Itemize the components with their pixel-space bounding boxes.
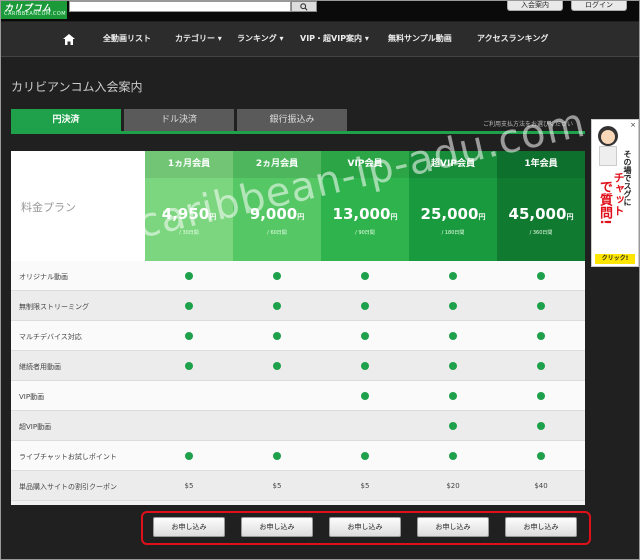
included-dot-icon xyxy=(273,272,281,280)
included-dot-icon xyxy=(537,332,545,340)
included-dot-icon xyxy=(449,392,457,400)
site-logo[interactable]: カリブコム CARIBBEANCOM.COM xyxy=(1,1,67,19)
plan-price-unit: 円 xyxy=(566,213,574,221)
feature-label: ライブチャットお試しポイント xyxy=(19,453,117,461)
included-dot-icon xyxy=(537,422,545,430)
apply-button-2month[interactable]: お申し込み xyxy=(241,517,313,537)
table-row: 超VIP動画 xyxy=(11,411,585,441)
join-info-button[interactable]: 入会案内 xyxy=(507,1,563,11)
plan-header-label: 料金プラン xyxy=(21,201,76,214)
included-dot-icon xyxy=(273,332,281,340)
included-dot-icon xyxy=(537,302,545,310)
included-dot-icon xyxy=(537,362,545,370)
nav-item-all-videos[interactable]: 全動画リスト xyxy=(103,33,151,44)
plan-price-unit: 円 xyxy=(478,213,486,221)
included-dot-icon xyxy=(185,332,193,340)
nav-item-vip[interactable]: VIP・超VIP案内 ▾ xyxy=(300,33,369,44)
nav-item-ranking[interactable]: ランキング ▾ xyxy=(237,33,284,44)
plan-price-value: 25,000 xyxy=(420,205,479,223)
nav-item-free-samples[interactable]: 無料サンプル動画 xyxy=(388,33,452,44)
table-row: 単品購入サイトの割引クーポン $5 $5 $5 $20 $40 xyxy=(11,471,585,501)
included-dot-icon xyxy=(449,422,457,430)
tab-bank-transfer[interactable]: 銀行振込み xyxy=(237,109,347,131)
included-dot-icon xyxy=(537,452,545,460)
chat-ad-banner[interactable]: × その場でスグに チャット で質問! クリック! xyxy=(591,119,639,267)
apply-button-super-vip[interactable]: お申し込み xyxy=(417,517,489,537)
feature-label: 超VIP動画 xyxy=(19,423,52,431)
plan-price-unit: 円 xyxy=(390,213,398,221)
table-row: マルチデバイス対応 xyxy=(11,321,585,351)
included-dot-icon xyxy=(273,362,281,370)
included-dot-icon xyxy=(449,452,457,460)
table-row: 継続者用動画 xyxy=(11,351,585,381)
coupon-value: $5 xyxy=(184,482,194,490)
included-dot-icon xyxy=(185,302,193,310)
included-dot-icon xyxy=(361,362,369,370)
feature-label: マルチデバイス対応 xyxy=(19,333,82,341)
feature-label: 無制限ストリーミング xyxy=(19,303,89,311)
feature-label: 継続者用動画 xyxy=(19,363,61,371)
table-row: オリジナル動画 xyxy=(11,261,585,291)
included-dot-icon xyxy=(361,302,369,310)
included-dot-icon xyxy=(361,272,369,280)
included-dot-icon xyxy=(185,272,193,280)
plan-price: 13,000円 xyxy=(321,205,409,223)
plan-price: 45,000円 xyxy=(497,205,585,223)
operator-face xyxy=(601,130,615,144)
search-input[interactable] xyxy=(69,1,291,12)
plan-price-value: 45,000 xyxy=(508,205,567,223)
included-dot-icon xyxy=(361,332,369,340)
included-dot-icon xyxy=(185,362,193,370)
plan-price-value: 13,000 xyxy=(332,205,391,223)
close-icon[interactable]: × xyxy=(630,121,636,129)
apply-button-vip[interactable]: お申し込み xyxy=(329,517,401,537)
tab-dollar-payment[interactable]: ドル決済 xyxy=(124,109,234,131)
nav-item-category[interactable]: カテゴリー ▾ xyxy=(175,33,222,44)
feature-label: オリジナル動画 xyxy=(19,273,68,281)
feature-label: VIP動画 xyxy=(19,393,45,401)
home-icon[interactable] xyxy=(63,34,75,45)
plan-duration: / 180日間 xyxy=(441,230,465,236)
included-dot-icon xyxy=(449,272,457,280)
plan-price-unit: 円 xyxy=(297,213,305,221)
plan-duration: / 360日間 xyxy=(529,230,553,236)
plan-price: 25,000円 xyxy=(409,205,497,223)
coupon-value: $5 xyxy=(272,482,282,490)
table-row: VIP動画 xyxy=(11,381,585,411)
included-dot-icon xyxy=(185,452,193,460)
login-button[interactable]: ログイン xyxy=(571,1,627,11)
apply-button-1year[interactable]: お申し込み xyxy=(505,517,577,537)
search-icon xyxy=(300,3,308,11)
search-button[interactable] xyxy=(291,1,317,12)
nav-item-access-ranking[interactable]: アクセスランキング xyxy=(477,33,548,44)
ad-click-label[interactable]: クリック! xyxy=(595,254,635,264)
included-dot-icon xyxy=(449,332,457,340)
top-bar: カリブコム CARIBBEANCOM.COM 入会案内 ログイン xyxy=(1,1,639,21)
plan-name: 1ヵ月会員 xyxy=(145,151,233,178)
ad-line-3: で質問! xyxy=(597,180,612,225)
table-row: ライブチャットお試しポイント xyxy=(11,441,585,471)
included-dot-icon xyxy=(273,452,281,460)
page-frame: カリブコム CARIBBEANCOM.COM 入会案内 ログイン 全動画リスト … xyxy=(0,0,640,560)
main-nav: 全動画リスト カテゴリー ▾ ランキング ▾ VIP・超VIP案内 ▾ 無料サン… xyxy=(1,22,639,57)
plan-duration: / 60日間 xyxy=(267,230,287,236)
coupon-value: $5 xyxy=(360,482,370,490)
page-title: カリビアンコム入会案内 xyxy=(11,80,143,94)
included-dot-icon xyxy=(361,392,369,400)
included-dot-icon xyxy=(449,362,457,370)
included-dot-icon xyxy=(537,272,545,280)
apply-button-1month[interactable]: お申し込み xyxy=(153,517,225,537)
tab-yen-payment[interactable]: 円決済 xyxy=(11,109,121,131)
included-dot-icon xyxy=(537,392,545,400)
plan-duration: / 90日間 xyxy=(355,230,375,236)
included-dot-icon xyxy=(273,302,281,310)
included-dot-icon xyxy=(449,302,457,310)
plan-column: 1年会員 45,000円/ 360日間 xyxy=(497,151,585,261)
coupon-value: $20 xyxy=(446,482,460,490)
table-row: 無制限ストリーミング xyxy=(11,291,585,321)
operator-body xyxy=(599,146,617,166)
coupon-value: $40 xyxy=(534,482,548,490)
feature-label: 単品購入サイトの割引クーポン xyxy=(19,483,117,491)
included-dot-icon xyxy=(361,452,369,460)
